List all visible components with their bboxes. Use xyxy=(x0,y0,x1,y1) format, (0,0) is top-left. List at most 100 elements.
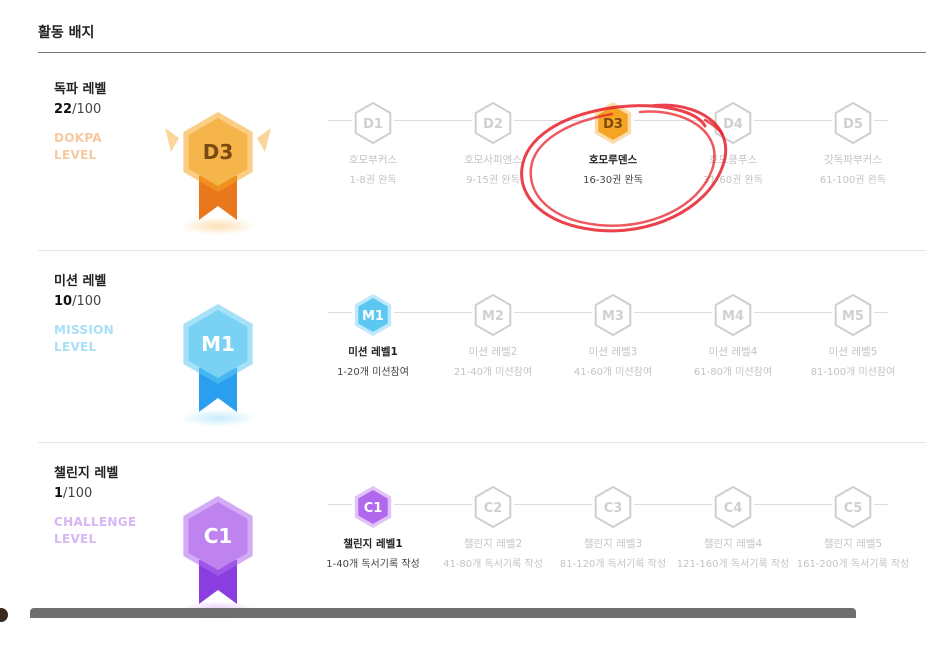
level-hex-icon: M2 xyxy=(472,292,514,338)
level-hex-icon: D2 xyxy=(472,100,514,146)
section-challenge: 챌린지 레벨 1/100 CHALLENGE LEVEL C1 C1 챌린지 레벨1 1-40… xyxy=(38,462,926,652)
level-name: 미션 레벨3 xyxy=(588,346,638,358)
level-hex-icon: M4 xyxy=(712,292,754,338)
level-requirement: 31-60권 완독 xyxy=(703,175,763,186)
level-requirement: 1-8권 완독 xyxy=(349,175,397,186)
section-name: 챌린지 레벨 xyxy=(54,466,119,481)
level-name: 미션 레벨2 xyxy=(468,346,518,358)
bottom-scrollbar[interactable] xyxy=(30,608,856,618)
level-requirement: 61-80개 미션참여 xyxy=(693,367,773,378)
level-hex-icon: C3 xyxy=(592,484,634,530)
section-progress: 1/100 xyxy=(54,486,92,501)
level-step-c5[interactable]: C5 챌린지 레벨5 161-200개 독서기록 작성 xyxy=(793,484,913,570)
level-code: C1 xyxy=(364,501,383,516)
en-label-line1: DOKPA xyxy=(54,131,102,145)
level-name: 챌린지 레벨4 xyxy=(703,538,763,550)
section-dokpa: 독파 레벨 22/100 DOKPA LEVEL D3 D1 호모부커스 1-8권 완독 D2 호… xyxy=(38,78,926,268)
level-requirement: 121-160개 독서기록 작성 xyxy=(676,559,790,570)
level-step-d2[interactable]: D2 호모사피엔스 9-15권 완독 xyxy=(433,100,553,186)
section-en-label: CHALLENGE LEVEL xyxy=(54,514,136,548)
current-level-code: C1 xyxy=(204,524,233,548)
level-requirement: 41-80개 독서기록 작성 xyxy=(443,559,543,570)
level-step-d5[interactable]: D5 갓독파부커스 61-100권 완독 xyxy=(793,100,913,186)
level-hex-icon: D4 xyxy=(712,100,754,146)
level-code: M2 xyxy=(482,309,504,324)
level-step-c4[interactable]: C4 챌린지 레벨4 121-160개 독서기록 작성 xyxy=(673,484,793,570)
en-label-line1: MISSION xyxy=(54,323,114,337)
level-requirement: 81-100개 미션참여 xyxy=(810,367,896,378)
level-requirement: 81-120개 독서기록 작성 xyxy=(559,559,667,570)
level-hex-icon: D5 xyxy=(832,100,874,146)
level-step-m5[interactable]: M5 미션 레벨5 81-100개 미션참여 xyxy=(793,292,913,378)
level-hex-icon: C1 xyxy=(352,484,394,530)
level-step-m2[interactable]: M2 미션 레벨2 21-40개 미션참여 xyxy=(433,292,553,378)
level-requirement: 41-60개 미션참여 xyxy=(573,367,653,378)
level-name: 미션 레벨1 xyxy=(348,346,398,358)
level-code: M5 xyxy=(842,309,864,324)
level-step-m3[interactable]: M3 미션 레벨3 41-60개 미션참여 xyxy=(553,292,673,378)
level-hex-icon: C5 xyxy=(832,484,874,530)
level-hex-icon: D1 xyxy=(352,100,394,146)
progress-total: /100 xyxy=(72,102,102,117)
level-step-d1[interactable]: D1 호모부커스 1-8권 완독 xyxy=(313,100,433,186)
title-divider xyxy=(38,52,926,53)
level-name: 호모부커스 xyxy=(348,154,398,166)
level-code: C4 xyxy=(724,501,743,516)
section-name: 독파 레벨 xyxy=(54,82,107,97)
level-code: D4 xyxy=(723,117,743,132)
section-divider xyxy=(38,250,926,251)
section-mission: 미션 레벨 10/100 MISSION LEVEL M1 M1 미션 레벨1 1-20개 미… xyxy=(38,270,926,460)
section-name: 미션 레벨 xyxy=(54,274,107,289)
en-label-line1: CHALLENGE xyxy=(54,515,137,529)
level-name: 호모루덴스 xyxy=(588,154,638,166)
level-requirement: 1-20개 미션참여 xyxy=(337,367,409,378)
current-level-badge: C1 xyxy=(180,496,256,619)
level-requirement: 161-200개 독서기록 작성 xyxy=(796,559,910,570)
level-hex-icon: M5 xyxy=(832,292,874,338)
section-en-label: DOKPA LEVEL xyxy=(54,130,102,164)
section-en-label: MISSION LEVEL xyxy=(54,322,114,356)
corner-avatar xyxy=(0,608,8,622)
level-hex-icon: D3 xyxy=(592,100,634,146)
level-hex-icon: M3 xyxy=(592,292,634,338)
level-hex-icon: M1 xyxy=(352,292,394,338)
level-requirement: 61-100권 완독 xyxy=(819,175,887,186)
en-label-line2: LEVEL xyxy=(54,340,97,354)
page-title: 활동 배지 xyxy=(38,25,95,41)
level-name: 챌린지 레벨2 xyxy=(463,538,523,550)
level-requirement: 21-40개 미션참여 xyxy=(453,367,533,378)
level-step-c1[interactable]: C1 챌린지 레벨1 1-40개 독서기록 작성 xyxy=(313,484,433,570)
level-name: 챌린지 레벨5 xyxy=(823,538,883,550)
level-code: D1 xyxy=(363,117,383,132)
current-level-badge: D3 xyxy=(165,112,271,235)
level-name: 미션 레벨5 xyxy=(828,346,878,358)
progress-current: 10 xyxy=(54,294,73,309)
level-code: M3 xyxy=(602,309,624,324)
level-code: M4 xyxy=(722,309,744,324)
level-step-c3[interactable]: C3 챌린지 레벨3 81-120개 독서기록 작성 xyxy=(553,484,673,570)
level-step-c2[interactable]: C2 챌린지 레벨2 41-80개 독서기록 작성 xyxy=(433,484,553,570)
level-step-d4[interactable]: D4 호모쿵푸스 31-60권 완독 xyxy=(673,100,793,186)
current-level-code: M1 xyxy=(201,332,235,356)
level-code: M1 xyxy=(362,309,384,324)
level-hex-icon: C2 xyxy=(472,484,514,530)
level-name: 챌린지 레벨1 xyxy=(343,538,403,550)
current-level-badge: M1 xyxy=(180,304,256,427)
level-requirement: 9-15권 완독 xyxy=(466,175,520,186)
progress-total: /100 xyxy=(72,294,102,309)
level-name: 갓독파부커스 xyxy=(824,154,882,166)
current-level-code: D3 xyxy=(203,140,234,164)
level-name: 챌린지 레벨3 xyxy=(583,538,643,550)
progress-current: 1 xyxy=(54,486,64,501)
en-label-line2: LEVEL xyxy=(54,148,97,162)
progress-current: 22 xyxy=(54,102,73,117)
section-progress: 10/100 xyxy=(54,294,101,309)
level-step-m4[interactable]: M4 미션 레벨4 61-80개 미션참여 xyxy=(673,292,793,378)
level-step-m1[interactable]: M1 미션 레벨1 1-20개 미션참여 xyxy=(313,292,433,378)
progress-total: /100 xyxy=(63,486,93,501)
level-name: 미션 레벨4 xyxy=(708,346,758,358)
level-step-d3[interactable]: D3 호모루덴스 16-30권 완독 xyxy=(553,100,673,186)
section-progress: 22/100 xyxy=(54,102,101,117)
level-code: C5 xyxy=(844,501,863,516)
en-label-line2: LEVEL xyxy=(54,532,97,546)
